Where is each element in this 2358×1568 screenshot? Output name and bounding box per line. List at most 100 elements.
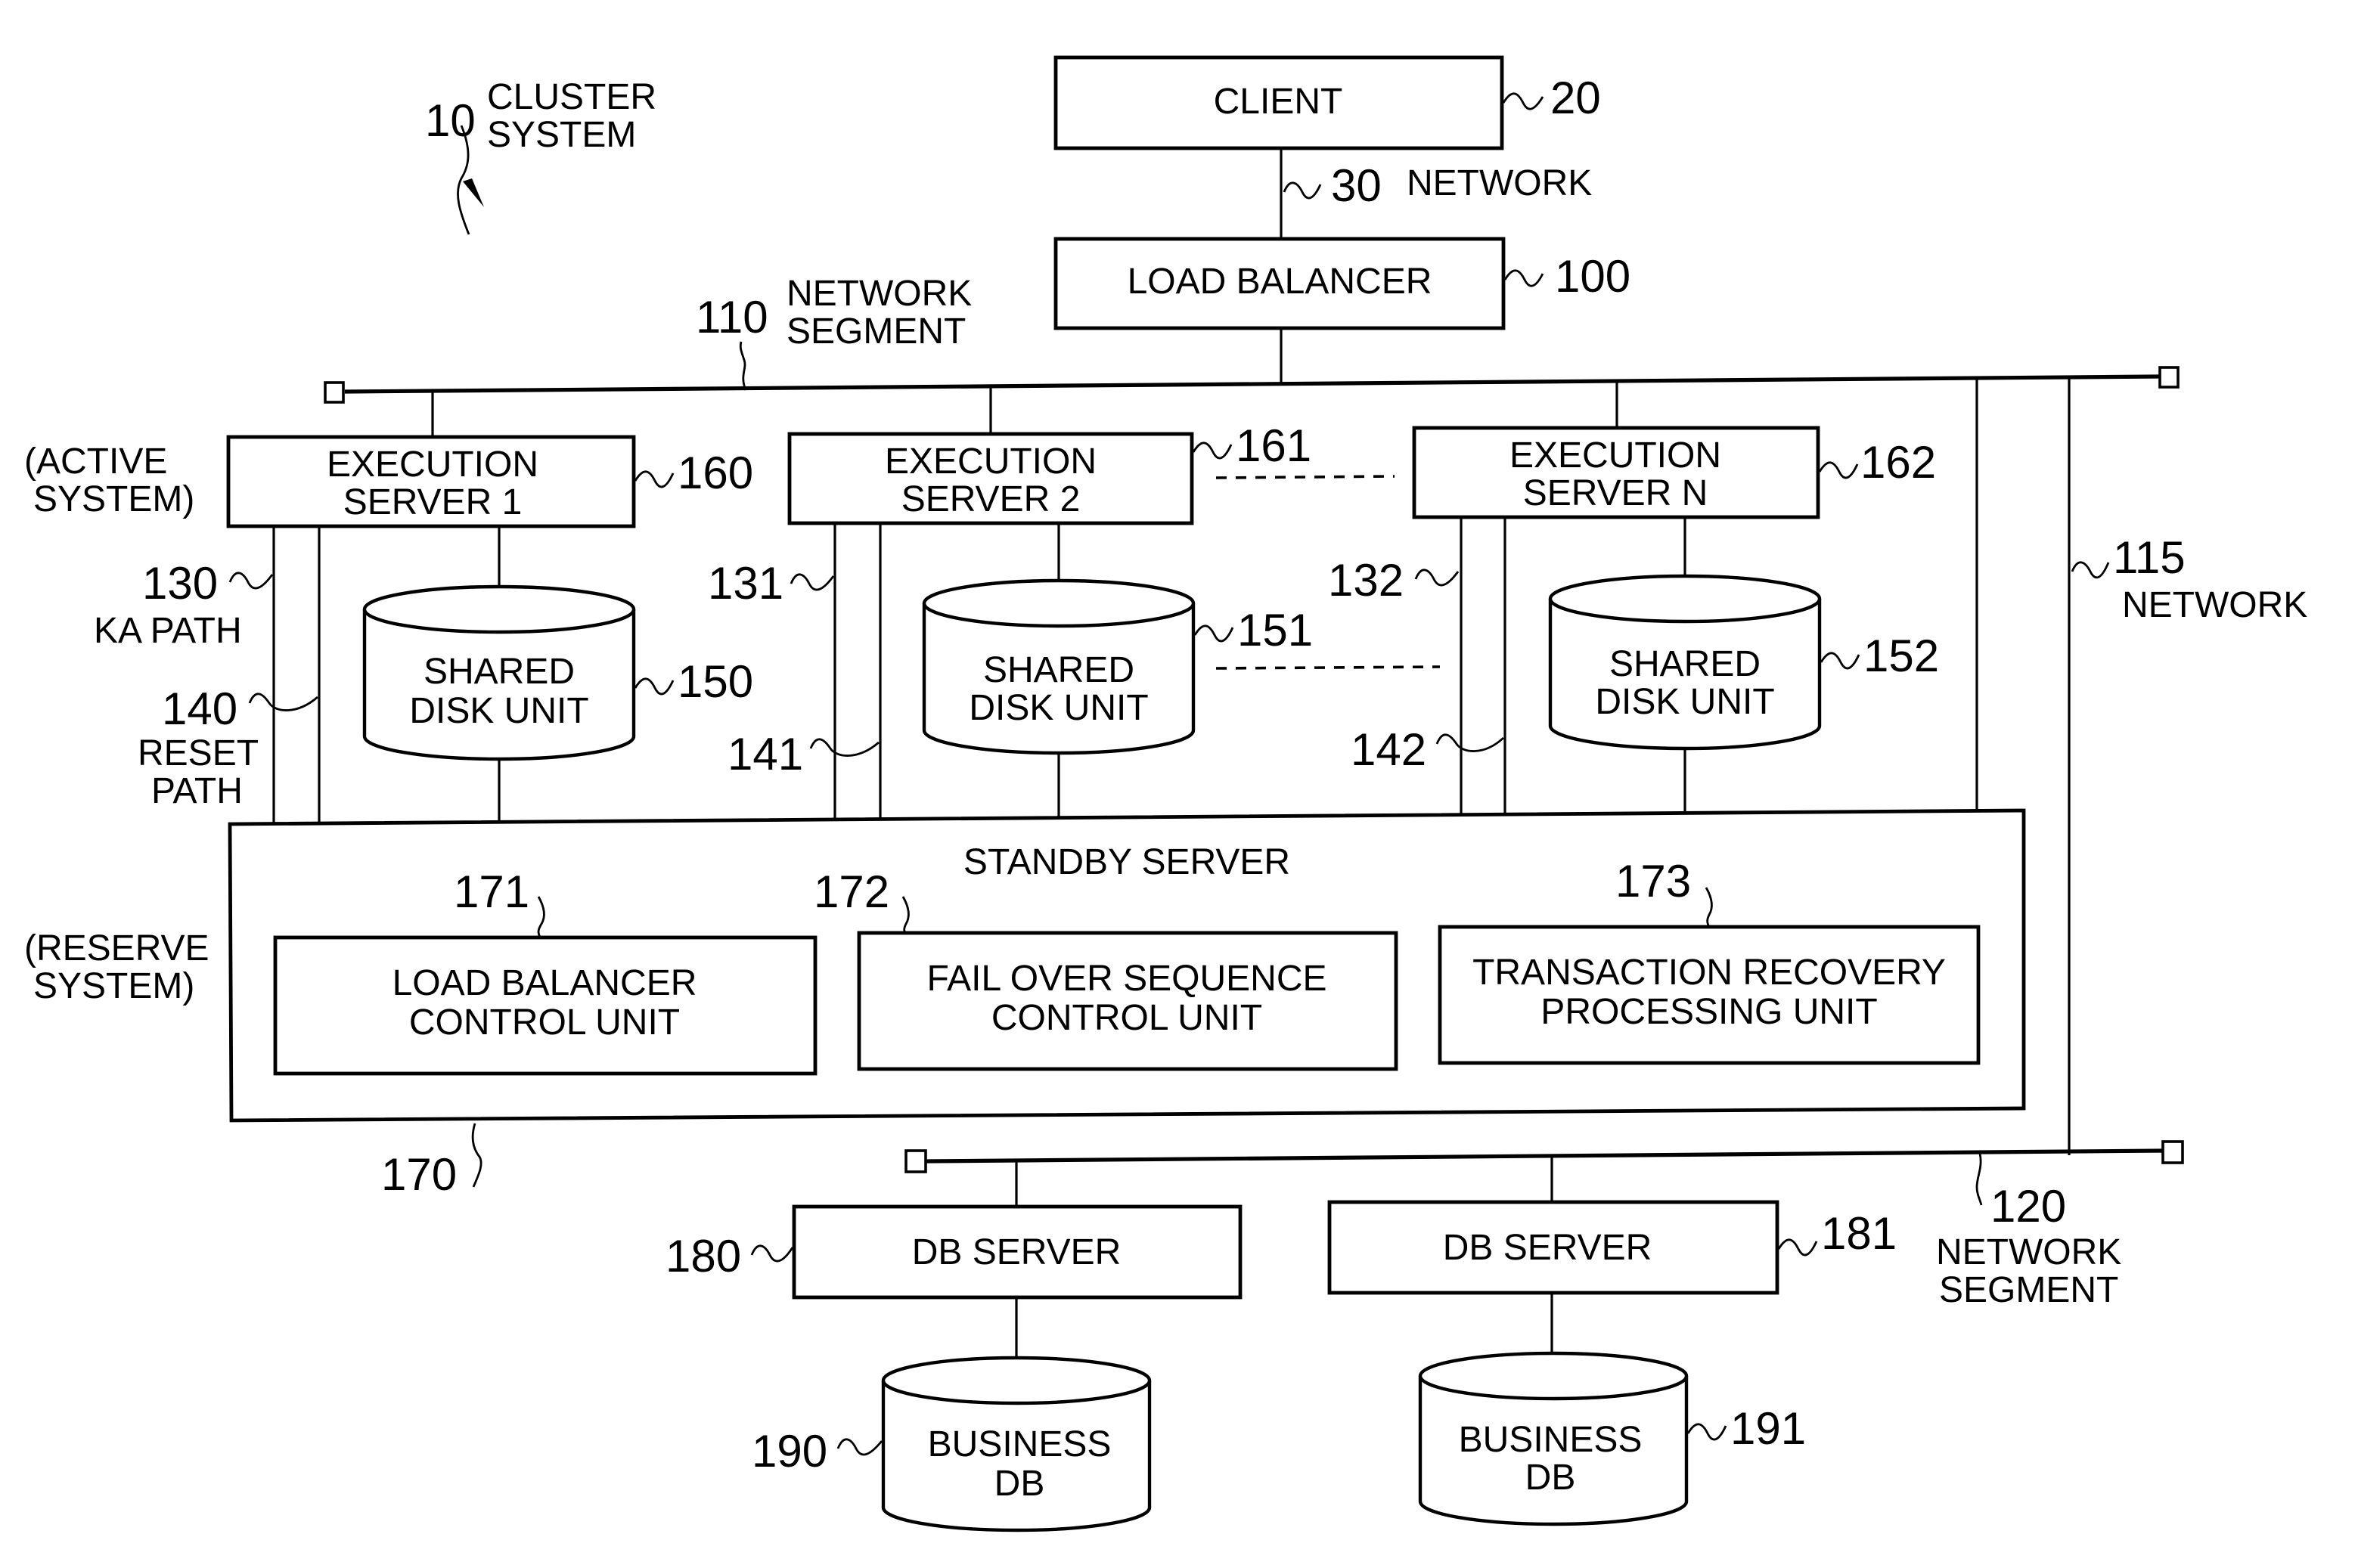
shared-disk-151[interactable]: SHARED DISK UNIT 151 [922, 578, 1313, 755]
execution-server-1-line1: EXECUTION [327, 445, 538, 485]
shared-disk-151-line2: DISK UNIT [969, 688, 1148, 728]
active-system-line1: (ACTIVE [24, 442, 167, 482]
execution-server-2[interactable]: EXECUTION SERVER 2 161 [787, 420, 1311, 525]
ref-leader-icon [1686, 1423, 1727, 1441]
client-ref: 20 [1550, 73, 1601, 123]
ka-path-label: KA PATH [94, 611, 242, 651]
unit-171-ref: 171 [454, 866, 529, 917]
cluster-system-diagram: 10 CLUSTER SYSTEM CLIENT 20 30 NETWORK L… [24, 55, 2307, 1532]
execution-server-n[interactable]: EXECUTION SERVER N 162 [1412, 426, 1936, 519]
shared-disk-151-ref: 151 [1237, 605, 1313, 655]
ref-leader-icon [1283, 181, 1322, 200]
execution-server-2-line1: EXECUTION [885, 442, 1097, 482]
reserve-system-line2: SYSTEM) [33, 966, 194, 1006]
reset-path-label-line2: PATH [151, 771, 243, 811]
business-db-190-ref: 190 [752, 1426, 827, 1477]
execution-server-n-ref: 162 [1860, 437, 1936, 488]
ref-leader-icon [836, 1438, 883, 1456]
ref-leader-icon [634, 677, 675, 696]
load-balancer-node[interactable]: LOAD BALANCER 100 [1053, 237, 1630, 330]
db-server-181-ref: 181 [1821, 1208, 1897, 1259]
execution-server-1[interactable]: EXECUTION SERVER 1 160 [226, 435, 753, 528]
segment-120-label-line1: NETWORK [1936, 1232, 2121, 1272]
shared-disk-150[interactable]: SHARED DISK UNIT 150 [362, 584, 753, 761]
ref-leader-icon [228, 572, 274, 590]
unit-172-line2: CONTROL UNIT [991, 998, 1262, 1038]
db-server-181[interactable]: DB SERVER 181 [1327, 1200, 1897, 1295]
standby-server-ref: 170 [381, 1149, 457, 1200]
network-segment-110-bus [344, 374, 2161, 394]
business-db-191-line1: BUSINESS [1459, 1420, 1643, 1460]
ref-leader-icon [1435, 733, 1504, 752]
ref-leader-icon [1777, 1238, 1818, 1257]
network-115-ref: 115 [2113, 532, 2186, 583]
ref-leader-icon [1192, 442, 1233, 460]
unit-173-line1: TRANSACTION RECOVERY [1472, 953, 1946, 993]
network-30-ref: 30 [1331, 160, 1382, 211]
segment-120-label-line2: SEGMENT [1939, 1270, 2118, 1310]
segment-terminator-icon [2158, 366, 2180, 389]
business-db-191[interactable]: BUSINESS DB 191 [1418, 1351, 1806, 1526]
db-server-181-label: DB SERVER [1443, 1228, 1652, 1268]
db-server-180[interactable]: DB SERVER 180 [666, 1204, 1243, 1300]
ref-leader-icon [634, 470, 675, 488]
cluster-system-ref: 10 [425, 95, 476, 146]
reset-path-140-ref: 140 [162, 683, 237, 734]
network-segment-120-bus [925, 1148, 2164, 1164]
execution-server-n-line1: EXECUTION [1509, 435, 1721, 476]
servers-ellipsis-dash [1215, 475, 1395, 479]
reset-path-142-ref: 142 [1351, 724, 1426, 775]
ref-leader-icon [248, 693, 318, 711]
cluster-system-label-line2: SYSTEM [487, 115, 636, 155]
execution-server-n-line2: SERVER N [1523, 473, 1708, 513]
arrow-head-icon [463, 178, 484, 207]
unit-173-ref: 173 [1615, 856, 1691, 906]
shared-disk-151-top [922, 578, 1196, 628]
db-server-180-ref: 180 [666, 1231, 741, 1281]
ka-path-132-ref: 132 [1328, 555, 1404, 606]
segment-terminator-icon [904, 1149, 927, 1173]
ref-leader-icon [1502, 92, 1544, 110]
ref-leader-icon [1193, 624, 1234, 643]
execution-server-2-ref: 161 [1236, 420, 1311, 471]
ref-leader-icon [1820, 652, 1860, 670]
business-db-190[interactable]: BUSINESS DB 190 [752, 1356, 1152, 1532]
active-system-line2: SYSTEM) [33, 479, 194, 519]
ka-path-130-ref: 130 [142, 558, 218, 609]
ref-leader-icon [1503, 269, 1544, 287]
ref-leader-icon [809, 738, 880, 757]
shared-disk-152[interactable]: SHARED DISK UNIT 152 [1548, 574, 1939, 751]
unit-171-line1: LOAD BALANCER [392, 963, 697, 1003]
disks-ellipsis-dash [1215, 665, 1441, 670]
reserve-system-line1: (RESERVE [24, 928, 209, 968]
execution-server-1-line2: SERVER 1 [343, 482, 523, 522]
segment-terminator-icon [324, 381, 345, 404]
standby-server-label: STANDBY SERVER [963, 842, 1290, 882]
shared-disk-152-line1: SHARED [1609, 644, 1761, 684]
client-label: CLIENT [1214, 82, 1343, 122]
segment-110-ref: 110 [696, 292, 768, 342]
shared-disk-150-top [362, 584, 636, 634]
business-db-190-top [881, 1356, 1152, 1405]
unit-171-line2: CONTROL UNIT [409, 1002, 680, 1043]
client-node[interactable]: CLIENT 20 [1053, 55, 1601, 150]
unit-172-line1: FAIL OVER SEQUENCE [926, 959, 1326, 999]
ka-path-131-ref: 131 [708, 558, 783, 609]
db-server-180-label: DB SERVER [912, 1232, 1122, 1272]
unit-173-line2: PROCESSING UNIT [1540, 992, 1877, 1032]
segment-terminator-icon [2161, 1140, 2184, 1164]
segment-110-label-line1: NETWORK [787, 274, 972, 314]
shared-disk-152-line2: DISK UNIT [1595, 682, 1774, 722]
execution-server-2-line2: SERVER 2 [901, 479, 1081, 519]
standby-server[interactable]: STANDBY SERVER 170 LOAD BALANCER CONTROL… [228, 808, 2026, 1200]
reset-path-label-line1: RESET [138, 733, 259, 773]
network-115-label: NETWORK [2122, 585, 2307, 625]
shared-disk-150-line2: DISK UNIT [409, 691, 588, 731]
ref-leader-icon [1414, 569, 1460, 587]
segment-120-ref: 120 [1990, 1181, 2066, 1232]
ref-leader-icon [2071, 561, 2110, 579]
ref-leader-icon [1975, 1153, 1983, 1206]
cluster-system-label: 10 CLUSTER SYSTEM [425, 77, 656, 235]
load-balancer-ref: 100 [1555, 251, 1630, 302]
load-balancer-label: LOAD BALANCER [1128, 262, 1432, 302]
